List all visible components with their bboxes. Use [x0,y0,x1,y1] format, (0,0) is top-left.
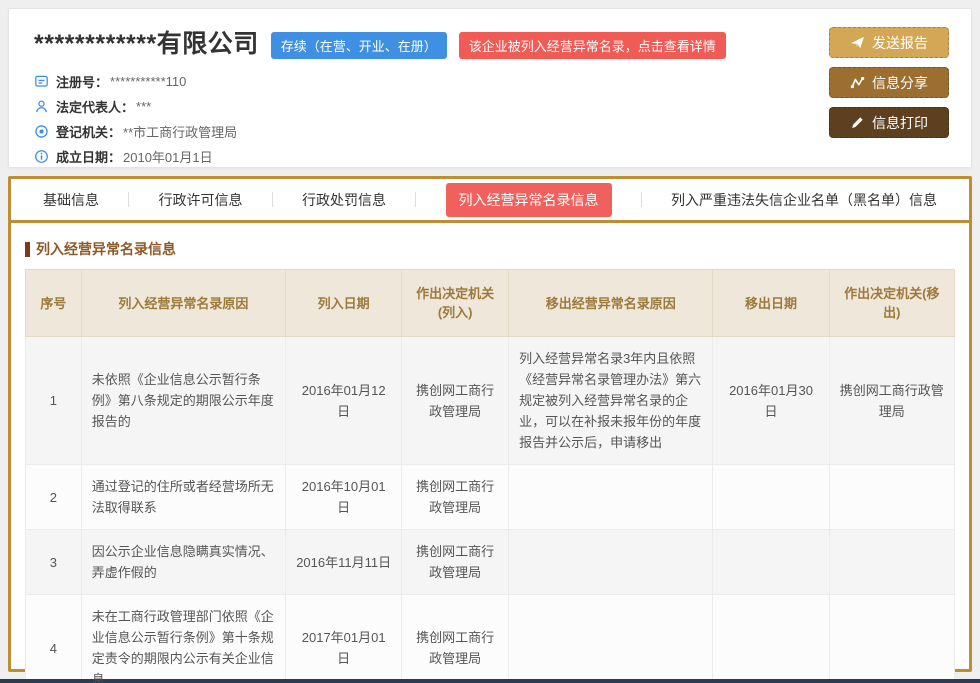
table-row: 4未在工商行政管理部门依照《企业信息公示暂行条例》第十条规定责令的期限内公示有关… [26,595,955,683]
table-cell [829,595,954,683]
table-cell: 通过登记的住所或者经营场所无法取得联系 [81,465,285,530]
tab-0[interactable]: 基础信息 [43,190,99,210]
info-value: **市工商行政管理局 [123,122,237,141]
table-cell: 2017年01月01日 [286,595,402,683]
table-cell: 因公示企业信息隐瞒真实情况、弄虚作假的 [81,530,285,595]
table-cell: 携创网工商行政管理局 [402,337,509,465]
table-cell: 携创网工商行政管理局 [402,530,509,595]
table-cell [829,530,954,595]
tab-2[interactable]: 行政处罚信息 [302,190,386,210]
table-cell [713,465,829,530]
table-cell: 未在工商行政管理部门依照《企业信息公示暂行条例》第十条规定责令的期限内公示有关企… [81,595,285,683]
tab-divider [641,192,642,207]
tab-3[interactable]: 列入经营异常名录信息 [446,183,612,217]
tab-1[interactable]: 行政许可信息 [159,190,243,210]
company-info-line: 注册号：***********110 [34,69,946,94]
info-label: 注册号： [56,72,108,91]
abnormal-alert-badge[interactable]: 该企业被列入经营异常名录，点击查看详情 [459,32,726,59]
button-label: 信息分享 [872,73,928,93]
table-cell: 2016年01月12日 [286,337,402,465]
column-header: 移出经营异常名录原因 [509,270,713,337]
tab-bar: 基础信息 行政许可信息 行政处罚信息 列入经营异常名录信息 列入严重违法失信企业名单（黑… [11,179,969,223]
company-info-line: 成立日期：2010年01月1日 [34,144,946,169]
table-cell: 携创网工商行政管理局 [402,465,509,530]
table-body: 1未依照《企业信息公示暂行条例》第八条规定的期限公示年度报告的2016年01月1… [26,337,955,683]
tab-4[interactable]: 列入严重违法失信企业名单（黑名单）信息 [671,190,937,210]
info-icon [34,149,49,164]
content-area: 列入经营异常名录信息 序号列入经营异常名录原因列入日期作出决定机关(列入)移出经… [11,223,969,683]
table-cell [509,465,713,530]
info-label: 法定代表人： [56,97,134,116]
table-cell: 携创网工商行政管理局 [829,337,954,465]
send-report-button[interactable]: 发送报告 [829,27,949,58]
share-info-button[interactable]: 信息分享 [829,67,949,98]
table-header: 序号列入经营异常名录原因列入日期作出决定机关(列入)移出经营异常名录原因移出日期… [26,270,955,337]
table-header-row: 序号列入经营异常名录原因列入日期作出决定机关(列入)移出经营异常名录原因移出日期… [26,270,955,337]
info-label: 登记机关： [56,122,121,141]
company-info-list: 注册号：***********110法定代表人：***登记机关：**市工商行政管… [34,69,946,169]
button-label: 信息打印 [872,113,928,133]
info-value: 2010年01月1日 [123,147,213,166]
section-title-marker [25,242,30,257]
table-cell: 2 [26,465,82,530]
action-buttons: 发送报告信息分享信息打印 [829,27,949,138]
table-cell: 1 [26,337,82,465]
table-row: 2通过登记的住所或者经营场所无法取得联系2016年10月01日携创网工商行政管理… [26,465,955,530]
tab-divider [128,192,129,207]
print-info-button[interactable]: 信息打印 [829,107,949,138]
column-header: 移出日期 [713,270,829,337]
main-container: 基础信息行政许可信息行政处罚信息列入经营异常名录信息列入严重违法失信企业名单（黑… [8,176,972,672]
table-cell [713,595,829,683]
company-info-line: 登记机关：**市工商行政管理局 [34,119,946,144]
table-cell [829,465,954,530]
table-row: 3因公示企业信息隐瞒真实情况、弄虚作假的2016年11月11日携创网工商行政管理… [26,530,955,595]
share-icon [850,75,865,90]
column-header: 序号 [26,270,82,337]
button-label: 发送报告 [872,33,928,53]
table-cell [509,530,713,595]
status-badge: 存续（在营、开业、在册） [271,32,447,59]
company-name: ************有限公司 [34,29,259,59]
table-cell: 2016年01月30日 [713,337,829,465]
column-header: 列入经营异常名录原因 [81,270,285,337]
table-row: 1未依照《企业信息公示暂行条例》第八条规定的期限公示年度报告的2016年01月1… [26,337,955,465]
section-title: 列入经营异常名录信息 [25,239,955,259]
section-title-text: 列入经营异常名录信息 [36,239,176,259]
info-value: *** [136,99,151,114]
location-icon [34,124,49,139]
send-icon [850,35,865,50]
table-cell: 列入经营异常名录3年内且依照《经营异常名录管理办法》第六规定被列入经营异常名录的… [509,337,713,465]
table-cell: 未依照《企业信息公示暂行条例》第八条规定的期限公示年度报告的 [81,337,285,465]
table-cell [509,595,713,683]
footer-bar [0,679,980,683]
table-cell: 2016年11月11日 [286,530,402,595]
person-icon [34,99,49,114]
print-icon [850,115,865,130]
certificate-icon [34,74,49,89]
table-cell: 4 [26,595,82,683]
company-info-line: 法定代表人：*** [34,94,946,119]
column-header: 作出决定机关(移出) [829,270,954,337]
info-label: 成立日期： [56,147,121,166]
abnormal-list-table: 序号列入经营异常名录原因列入日期作出决定机关(列入)移出经营异常名录原因移出日期… [25,269,955,683]
title-row: ************有限公司 存续（在营、开业、在册） 该企业被列入经营异常… [34,29,946,59]
company-card: ************有限公司 存续（在营、开业、在册） 该企业被列入经营异常… [8,8,972,168]
table-cell: 携创网工商行政管理局 [402,595,509,683]
column-header: 作出决定机关(列入) [402,270,509,337]
info-value: ***********110 [110,74,186,89]
table-cell [713,530,829,595]
tab-divider [415,192,416,207]
table-cell: 3 [26,530,82,595]
table-cell: 2016年10月01日 [286,465,402,530]
tab-divider [272,192,273,207]
column-header: 列入日期 [286,270,402,337]
